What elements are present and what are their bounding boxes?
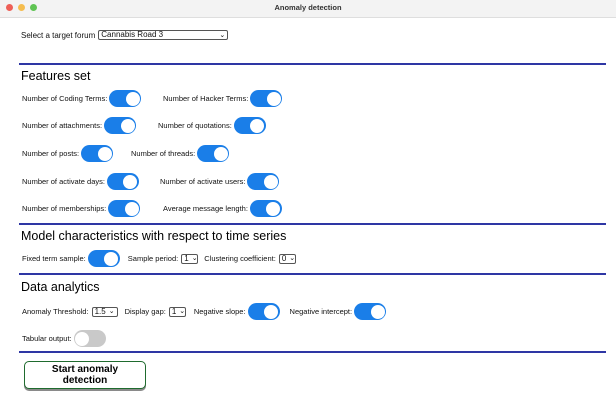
toggle-knob	[266, 201, 281, 216]
threshold-value: 1.5	[94, 306, 106, 316]
fixed-term-label: Fixed term sample:	[22, 254, 86, 263]
feature-label: Number of memberships:	[22, 204, 107, 213]
feature-label: Number of posts:	[22, 149, 80, 158]
display-gap-value: 1	[171, 306, 177, 316]
forum-selector-row: Select a target forum Cannabis Road 3 ⌄	[21, 30, 229, 40]
tabular-output-row: Tabular output:	[22, 330, 106, 347]
toggle-knob	[264, 304, 279, 319]
section-divider	[19, 351, 606, 353]
model-controls-row: Fixed term sample: Sample period: 1 ⌄ Cl…	[22, 250, 296, 267]
toggle-knob	[213, 146, 228, 161]
feature-label: Number of quotations:	[158, 121, 232, 130]
coding-terms-toggle[interactable]	[109, 90, 142, 107]
forum-select-label: Select a target forum	[21, 30, 96, 40]
clustering-label: Clustering coefficient:	[204, 254, 276, 263]
tabular-output-toggle[interactable]	[73, 330, 106, 347]
feature-active-days: Number of activate days:	[22, 173, 139, 190]
neg-slope-label: Negative slope:	[193, 307, 246, 316]
sample-period-select[interactable]: 1 ⌄	[181, 253, 199, 264]
analytics-section-title: Data analytics	[21, 280, 100, 294]
hacker-terms-toggle[interactable]	[250, 90, 283, 107]
fixed-term-toggle[interactable]	[87, 250, 120, 267]
sample-period-label: Sample period:	[127, 254, 179, 263]
section-divider	[19, 223, 606, 225]
neg-slope-toggle[interactable]	[247, 303, 280, 320]
neg-intercept-label: Negative intercept:	[289, 307, 353, 316]
toggle-knob	[124, 201, 139, 216]
toggle-knob	[266, 91, 281, 106]
display-gap-select[interactable]: 1 ⌄	[168, 306, 186, 317]
model-section-title: Model characteristics with respect to ti…	[21, 229, 287, 243]
tabular-output-label: Tabular output:	[22, 334, 72, 343]
avg-message-length-toggle[interactable]	[249, 200, 282, 217]
feature-memberships: Number of memberships:	[22, 200, 141, 217]
start-anomaly-detection-button[interactable]: Start anomaly detection	[24, 361, 146, 389]
toggle-knob	[123, 174, 138, 189]
feature-coding-terms: Number of Coding Terms:	[22, 90, 142, 107]
feature-label: Number of attachments:	[22, 121, 103, 130]
analytics-controls-row: Anomaly Threshold: 1.5 ⌄ Display gap: 1 …	[22, 303, 387, 320]
feature-label: Number of activate users:	[160, 177, 246, 186]
posts-toggle[interactable]	[81, 145, 114, 162]
threshold-label: Anomaly Threshold:	[22, 307, 89, 316]
chevron-down-icon: ⌄	[108, 308, 115, 315]
feature-posts: Number of posts:	[22, 145, 114, 162]
feature-label: Number of Coding Terms:	[22, 94, 108, 103]
clustering-select[interactable]: 0 ⌄	[278, 253, 296, 264]
toggle-knob	[370, 304, 385, 319]
toggle-knob	[263, 174, 278, 189]
forum-select-value: Cannabis Road 3	[101, 30, 164, 39]
feature-avg-message-length: Average message length:	[163, 200, 282, 217]
section-divider	[19, 63, 606, 65]
feature-label: Average message length:	[163, 204, 248, 213]
feature-hacker-terms: Number of Hacker Terms:	[163, 90, 283, 107]
threshold-select[interactable]: 1.5 ⌄	[91, 306, 118, 317]
toggle-knob	[125, 91, 140, 106]
memberships-toggle[interactable]	[108, 200, 141, 217]
neg-intercept-toggle[interactable]	[354, 303, 387, 320]
feature-quotations: Number of quotations:	[158, 117, 266, 134]
forum-select[interactable]: Cannabis Road 3 ⌄	[98, 30, 229, 40]
feature-label: Number of threads:	[131, 149, 196, 158]
feature-label: Number of Hacker Terms:	[163, 94, 249, 103]
feature-attachments: Number of attachments:	[22, 117, 137, 134]
toggle-knob	[97, 146, 112, 161]
feature-threads: Number of threads:	[131, 145, 230, 162]
features-section-title: Features set	[21, 69, 91, 83]
threads-toggle[interactable]	[197, 145, 230, 162]
window-title: Anomaly detection	[274, 3, 342, 12]
quotations-toggle[interactable]	[233, 117, 266, 134]
toggle-knob	[250, 118, 265, 133]
attachments-toggle[interactable]	[104, 117, 137, 134]
chevron-down-icon: ⌄	[219, 31, 226, 39]
chevron-down-icon: ⌄	[289, 255, 296, 262]
title-bar: Anomaly detection	[0, 0, 616, 18]
toggle-knob	[104, 251, 119, 266]
sample-period-value: 1	[184, 253, 189, 263]
chevron-down-icon: ⌄	[179, 308, 186, 315]
feature-active-users: Number of activate users:	[160, 173, 280, 190]
display-gap-label: Display gap:	[124, 307, 166, 316]
chevron-down-icon: ⌄	[191, 255, 198, 262]
toggle-knob	[75, 331, 90, 346]
section-divider	[19, 273, 606, 275]
active-days-toggle[interactable]	[106, 173, 139, 190]
active-users-toggle[interactable]	[247, 173, 280, 190]
toggle-knob	[120, 118, 135, 133]
clustering-value: 0	[281, 253, 287, 263]
feature-label: Number of activate days:	[22, 177, 105, 186]
